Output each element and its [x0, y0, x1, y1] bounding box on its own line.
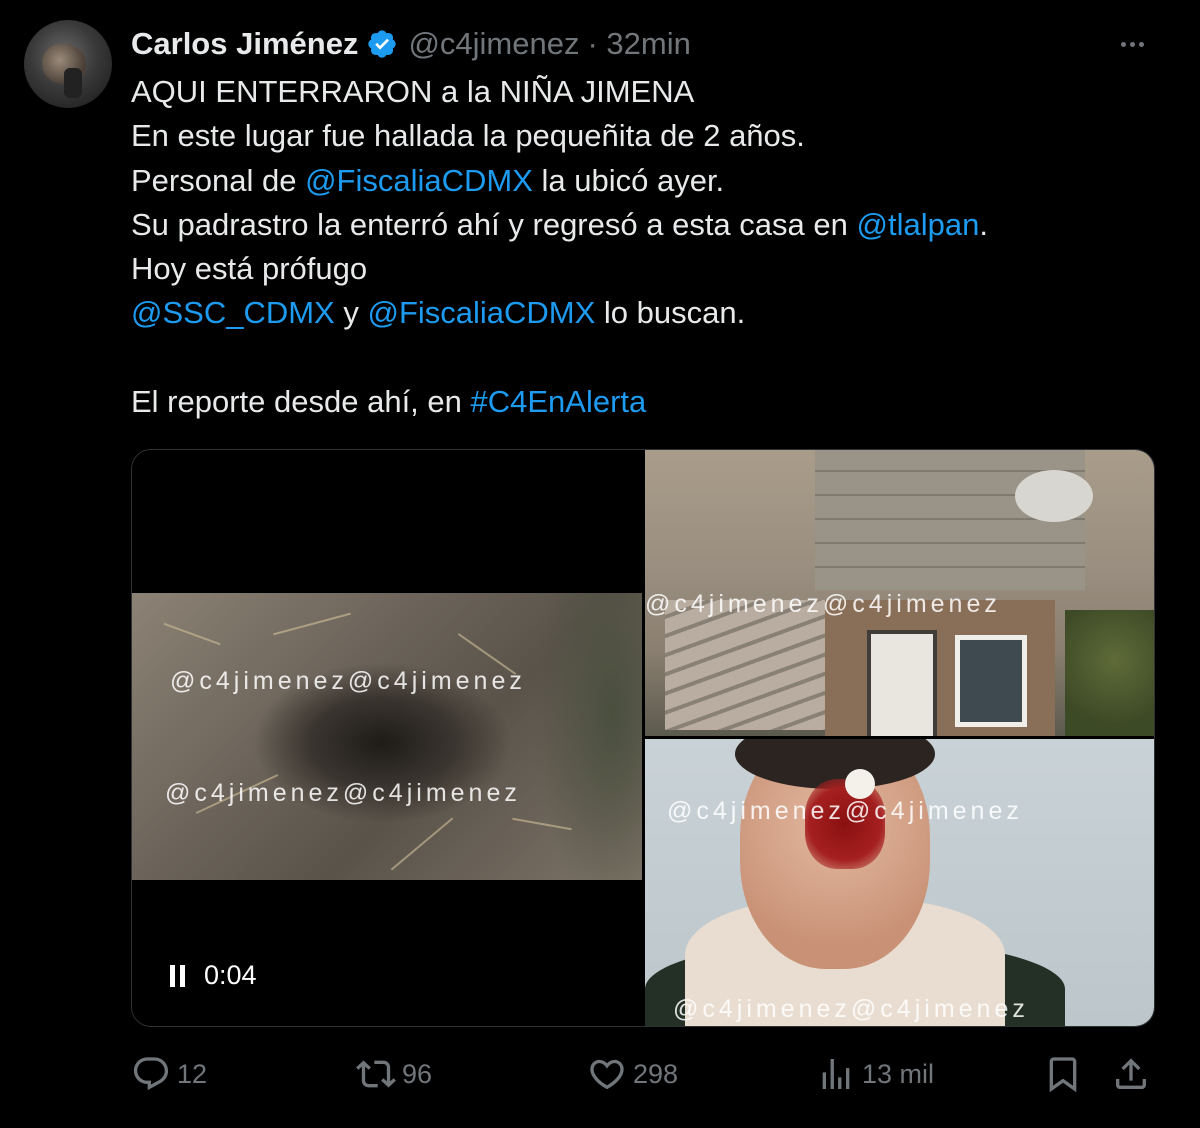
tweet-media-grid[interactable]: @c4jimenez@c4jimenez @c4jimenez@c4jimene…: [131, 449, 1155, 1027]
tweet-line: En este lugar fue hallada la pequeñita d…: [131, 114, 1161, 158]
share-icon: [1116, 1058, 1146, 1089]
tweet-text-segment: lo buscan.: [595, 295, 746, 331]
reply-count: 12: [177, 1058, 208, 1089]
repost-icon: [356, 1060, 396, 1088]
reply-button[interactable]: 12: [131, 1052, 207, 1096]
tweet-line: Personal de @FiscaliaCDMX la ubicó ayer.: [131, 159, 1161, 203]
views-button[interactable]: 13 mil: [816, 1052, 934, 1096]
tweet-text-segment: Hoy está prófugo: [131, 251, 368, 287]
watermark: @c4jimenez@c4jimenez: [667, 797, 1023, 825]
tweet-line: Hoy está prófugo: [131, 247, 1161, 291]
mention-link[interactable]: @FiscaliaCDMX: [367, 295, 595, 330]
repost-count: 96: [402, 1058, 433, 1089]
watermark: @c4jimenez@c4jimenez: [170, 667, 526, 695]
more-options-icon[interactable]: [1112, 30, 1152, 58]
views-count: 13 mil: [862, 1058, 935, 1089]
mention-link[interactable]: @SSC_CDMX: [131, 295, 335, 330]
tweet-header: Carlos Jiménez @c4jimenez · 32min: [131, 24, 691, 64]
mention-link[interactable]: @FiscaliaCDMX: [305, 163, 533, 198]
tweet-text-segment: la ubicó ayer.: [532, 162, 725, 198]
tweet-text-segment: El reporte desde ahí, en: [131, 384, 471, 420]
pause-icon[interactable]: [170, 964, 190, 987]
tweet-text-segment: Su padrastro la enterró ahí y regresó a …: [131, 206, 857, 242]
tweet-timestamp[interactable]: · 32min: [587, 26, 690, 62]
tweet-line: El reporte desde ahí, en #C4EnAlerta: [131, 380, 1161, 424]
bookmark-button[interactable]: [1043, 1052, 1083, 1096]
watermark: @c4jimenez@c4jimenez: [673, 995, 1029, 1023]
author-avatar[interactable]: [24, 20, 112, 108]
bookmark-icon: [1049, 1057, 1077, 1093]
heart-icon: [590, 1059, 624, 1090]
video-frame-dirt-hole: @c4jimenez@c4jimenez @c4jimenez@c4jimene…: [132, 593, 642, 880]
author-handle[interactable]: @c4jimenez: [408, 26, 579, 62]
tweet-line: @SSC_CDMX y @FiscaliaCDMX lo buscan.: [131, 291, 1161, 335]
like-count: 298: [633, 1058, 679, 1089]
hashtag-link[interactable]: #C4EnAlerta: [471, 384, 647, 419]
avatar-microphone: [64, 68, 82, 98]
share-button[interactable]: [1111, 1052, 1151, 1096]
mention-link[interactable]: @tlalpan: [856, 207, 979, 242]
photo-suspect[interactable]: @c4jimenez@c4jimenez @c4jimenez@c4jimene…: [645, 739, 1154, 1026]
tweet-text-segment: AQUI ENTERRARON a la NIÑA JIMENA: [131, 74, 695, 109]
tweet-actions: 12 96 298 13 mil: [131, 1052, 1161, 1096]
tweet-line: AQUI ENTERRARON a la NIÑA JIMENA: [131, 70, 1161, 114]
author-name[interactable]: Carlos Jiménez: [131, 26, 358, 62]
video-timestamp: 0:04: [204, 960, 257, 990]
verified-badge-icon: [368, 30, 397, 58]
tweet-text: AQUI ENTERRARON a la NIÑA JIMENA En este …: [131, 70, 1161, 424]
tweet-line: Su padrastro la enterró ahí y regresó a …: [131, 203, 1161, 247]
tweet-text-segment: y: [334, 295, 368, 331]
photo-house[interactable]: @c4jimenez@c4jimenez: [645, 450, 1154, 736]
tweet-text-segment: En este lugar fue hallada la pequeñita d…: [131, 118, 805, 154]
video-controls: 0:04: [170, 960, 257, 991]
watermark: @c4jimenez@c4jimenez: [645, 590, 1001, 618]
tweet-text-segment: Personal de: [131, 162, 306, 198]
repost-button[interactable]: 96: [356, 1052, 432, 1096]
like-button[interactable]: 298: [587, 1052, 678, 1096]
views-chart-icon: [822, 1059, 850, 1089]
tweet-text-segment: .: [979, 206, 988, 242]
watermark: @c4jimenez@c4jimenez: [165, 779, 521, 807]
reply-icon: [133, 1057, 169, 1091]
video-player[interactable]: @c4jimenez@c4jimenez @c4jimenez@c4jimene…: [132, 450, 642, 1026]
